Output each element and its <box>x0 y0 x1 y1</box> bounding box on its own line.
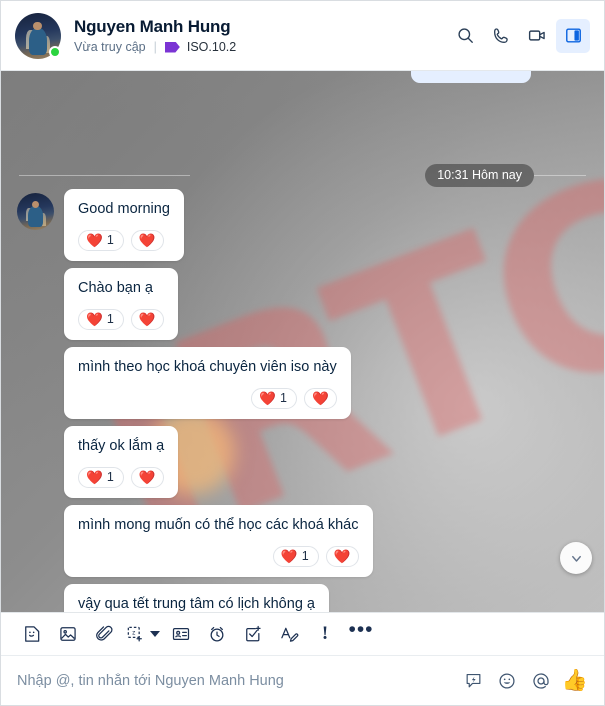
add-reaction-button[interactable]: ❤️ <box>130 466 164 489</box>
message-row: mình mong muốn có thể học các khoá khác … <box>17 505 604 578</box>
message-reactions: ❤️ 1 ❤️ <box>78 387 337 410</box>
heart-icon: ❤️ <box>138 469 156 485</box>
header-subtitle: Vừa truy cập | ISO.10.2 <box>74 40 236 54</box>
conversation-tag-label[interactable]: ISO.10.2 <box>187 40 236 54</box>
heart-icon: ❤️ <box>138 232 156 248</box>
add-reaction-button[interactable]: ❤️ <box>130 308 164 331</box>
thumbs-up-icon[interactable]: 👍 <box>560 666 590 696</box>
message-text: vậy qua tết trung tâm có lịch không ạ <box>78 596 315 612</box>
text-format-icon[interactable] <box>272 617 306 651</box>
reaction-count: 1 <box>106 470 114 485</box>
header-actions <box>448 18 590 53</box>
add-reaction-button[interactable]: ❤️ <box>130 229 164 252</box>
reminder-icon[interactable] <box>200 617 234 651</box>
chevron-down-icon[interactable] <box>150 631 160 637</box>
screen-capture-icon[interactable]: z <box>123 617 162 651</box>
divider-line-right <box>534 175 586 176</box>
message-text: mình theo học khoá chuyên viên iso này <box>78 359 337 376</box>
message-text: mình mong muốn có thể học các khoá khác <box>78 517 359 534</box>
search-icon[interactable] <box>448 19 482 53</box>
message-text: Chào bạn ạ <box>78 280 153 297</box>
heart-icon: ❤️ <box>333 548 351 564</box>
message-bubble[interactable]: Good morning ❤️ 1 ❤️ <box>64 189 184 262</box>
emoji-icon[interactable] <box>492 666 522 696</box>
image-icon[interactable] <box>51 617 85 651</box>
quick-message-icon[interactable] <box>458 666 488 696</box>
svg-text:z: z <box>132 630 135 637</box>
add-reaction-button[interactable]: ❤️ <box>325 545 359 568</box>
composer-right-actions: 👍 <box>458 666 590 696</box>
message-row: vậy qua tết trung tâm có lịch không ạ 10… <box>17 584 604 612</box>
message-row: Good morning ❤️ 1 ❤️ <box>17 189 604 262</box>
reaction-count-pill[interactable]: ❤️ 1 <box>78 229 124 252</box>
message-input[interactable] <box>17 672 448 689</box>
sticker-icon[interactable] <box>15 617 49 651</box>
page-title: Nguyen Manh Hung <box>74 17 231 36</box>
reaction-count-pill[interactable]: ❤️ 1 <box>78 466 124 489</box>
message-row: Chào bạn ạ ❤️ 1 ❤️ <box>17 268 604 341</box>
reaction-count: 1 <box>106 312 114 327</box>
heart-icon: ❤️ <box>86 311 103 327</box>
last-access-status: Vừa truy cập <box>74 40 146 54</box>
messages-container: Good morning ❤️ 1 ❤️ Chào bạn ạ ❤️ 1 ❤️ … <box>1 189 604 612</box>
avatar[interactable] <box>15 12 61 59</box>
message-bubble[interactable]: mình theo học khoá chuyên viên iso này ❤… <box>64 347 351 420</box>
reaction-count-pill[interactable]: ❤️ 1 <box>272 545 319 568</box>
message-row: mình theo học khoá chuyên viên iso này ❤… <box>17 347 604 420</box>
composer-toolbar: z ! ••• <box>1 612 604 656</box>
heart-icon: ❤️ <box>311 390 329 406</box>
message-reactions: ❤️ 1 ❤️ <box>78 545 359 568</box>
message-reactions: ❤️ 1 ❤️ <box>78 466 164 489</box>
reaction-count-pill[interactable]: ❤️ 1 <box>78 308 124 331</box>
attachment-icon[interactable] <box>87 617 121 651</box>
message-scroll-area: 10:31 Hôm nay Good morning ❤️ 1 ❤️ Chào … <box>1 71 604 612</box>
message-reactions: ❤️ 1 ❤️ <box>78 229 170 252</box>
message-text: thấy ok lắm ạ <box>78 438 165 455</box>
reaction-count: 1 <box>301 549 309 564</box>
message-composer: z ! ••• Nhập @, tin nhắn tới Nguyen Manh… <box>1 612 604 705</box>
message-bubble[interactable]: vậy qua tết trung tâm có lịch không ạ 10… <box>64 584 329 612</box>
heart-icon: ❤️ <box>86 469 103 485</box>
task-icon[interactable] <box>236 617 270 651</box>
message-bubble[interactable]: Chào bạn ạ ❤️ 1 ❤️ <box>64 268 178 341</box>
reaction-count: 1 <box>279 391 287 406</box>
heart-icon: ❤️ <box>259 390 276 406</box>
more-options-icon[interactable]: ••• <box>344 617 378 651</box>
day-divider: 10:31 Hôm nay <box>1 164 604 187</box>
priority-icon[interactable]: ! <box>308 617 342 651</box>
divider-line-left <box>19 175 191 176</box>
day-divider-label: 10:31 Hôm nay <box>425 164 534 187</box>
conversation-header: Nguyen Manh Hung Vừa truy cập | ISO.10.2 <box>1 1 604 71</box>
reaction-count: 1 <box>106 233 114 248</box>
scroll-to-bottom-button[interactable] <box>560 542 592 574</box>
business-card-icon[interactable] <box>164 617 198 651</box>
message-bubble[interactable]: thấy ok lắm ạ ❤️ 1 ❤️ <box>64 426 179 499</box>
subtitle-divider: | <box>153 40 157 54</box>
zalo-chat-window: Nguyen Manh Hung Vừa truy cập | ISO.10.2 <box>0 0 605 706</box>
header-text-block: Nguyen Manh Hung Vừa truy cập | ISO.10.2 <box>74 17 236 54</box>
reaction-count-pill[interactable]: ❤️ 1 <box>251 387 297 410</box>
message-reactions: ❤️ 1 ❤️ <box>78 308 164 331</box>
info-panel-icon[interactable] <box>556 18 590 53</box>
mention-icon[interactable] <box>526 666 556 696</box>
add-reaction-button[interactable]: ❤️ <box>303 387 337 410</box>
label-tag-icon <box>164 41 180 53</box>
message-text: Good morning <box>78 201 170 217</box>
composer-input-row: 👍 <box>1 656 604 705</box>
online-status-dot <box>49 45 61 58</box>
heart-icon: ❤️ <box>280 548 298 564</box>
heart-icon: ❤️ <box>138 311 156 327</box>
call-icon[interactable] <box>484 19 518 53</box>
video-call-icon[interactable] <box>520 19 554 53</box>
message-avatar[interactable] <box>17 193 54 230</box>
message-list[interactable]: IRTC 10:31 Hôm nay Good morning ❤️ 1 ❤️ … <box>1 71 604 612</box>
clipped-outgoing-bubble <box>411 71 531 83</box>
message-row: thấy ok lắm ạ ❤️ 1 ❤️ <box>17 426 604 499</box>
message-bubble[interactable]: mình mong muốn có thể học các khoá khác … <box>64 505 373 578</box>
heart-icon: ❤️ <box>86 232 103 248</box>
